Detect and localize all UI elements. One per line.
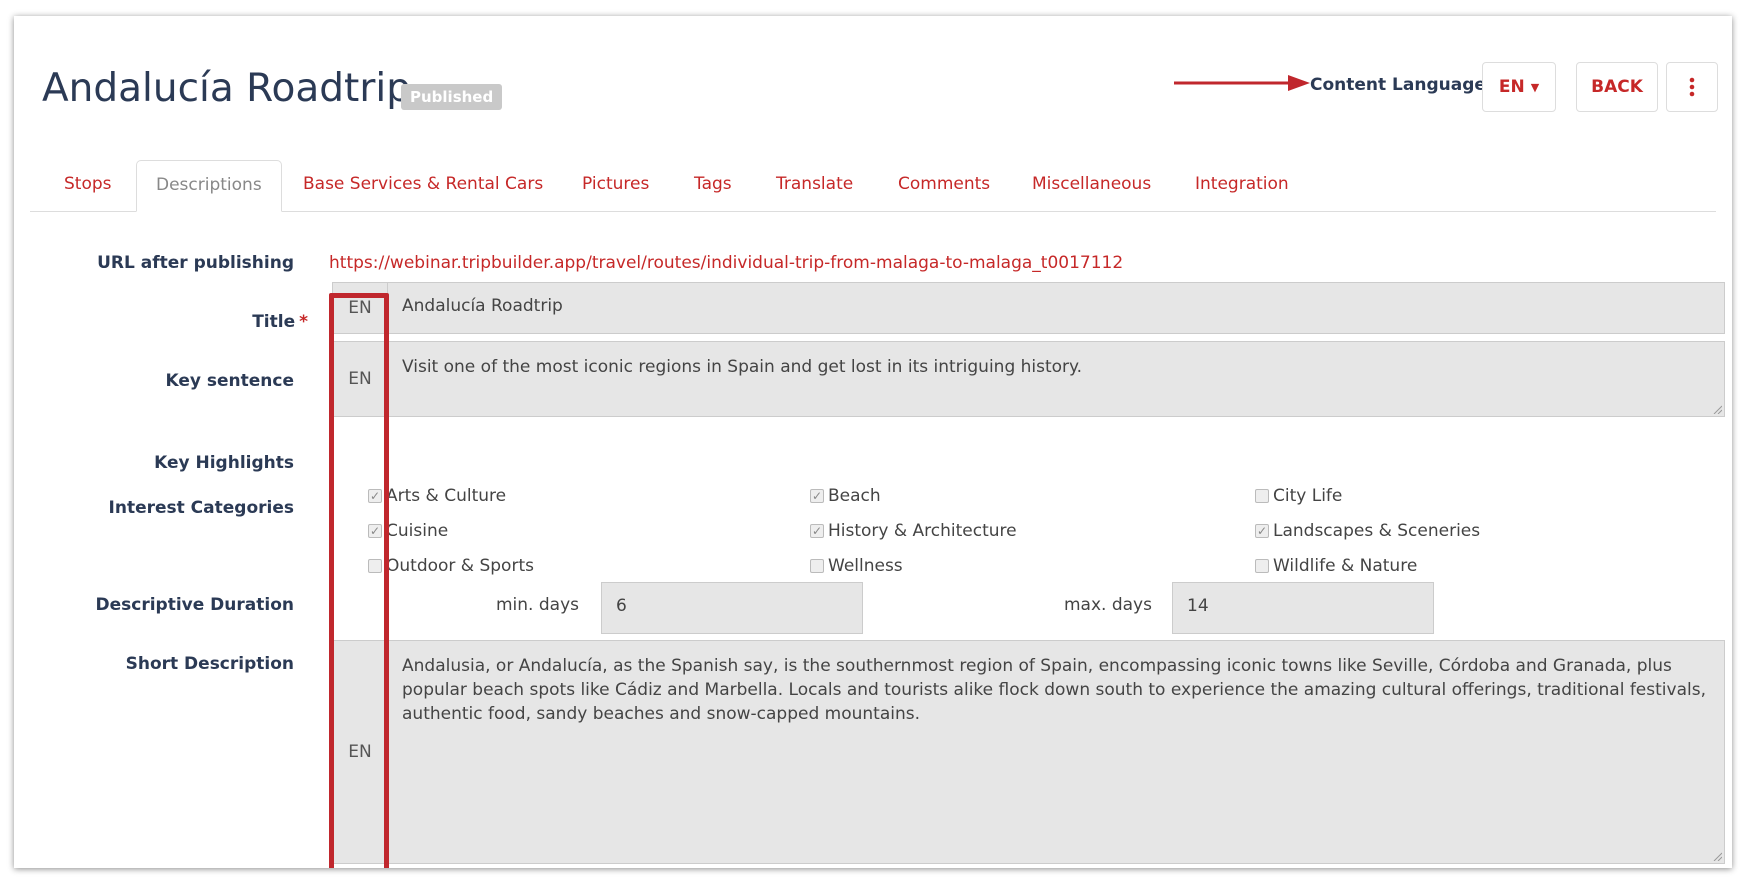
editor-card: Andalucía Roadtrip Published Content Lan… <box>14 16 1732 868</box>
tab-translate[interactable]: Translate <box>776 160 853 211</box>
checkbox-label: Beach <box>828 486 881 506</box>
short-description-textarea[interactable]: Andalusia, or Andalucía, as the Spanish … <box>387 640 1725 864</box>
checkbox-box[interactable] <box>1255 489 1269 503</box>
key-sentence-label: Key sentence <box>165 371 294 391</box>
tab-miscellaneous[interactable]: Miscellaneous <box>1032 160 1151 211</box>
checkbox-box[interactable] <box>1255 559 1269 573</box>
annotation-arrow <box>1174 75 1310 91</box>
title-label: Title * <box>14 312 308 332</box>
checkbox-history-architecture[interactable]: ✓ History & Architecture <box>810 521 1017 541</box>
checkbox-label: Wildlife & Nature <box>1273 556 1418 576</box>
checkbox-box[interactable] <box>810 559 824 573</box>
tab-comments[interactable]: Comments <box>898 160 990 211</box>
key-sentence-textarea[interactable]: Visit one of the most iconic regions in … <box>387 341 1725 417</box>
checkbox-label: Cuisine <box>386 521 449 541</box>
content-language-label: Content Language <box>1310 75 1486 95</box>
back-button[interactable]: BACK <box>1576 62 1658 112</box>
tab-stops[interactable]: Stops <box>64 160 112 211</box>
checkbox-outdoor-sports[interactable]: Outdoor & Sports <box>368 556 534 576</box>
min-days-label: min. days <box>496 595 579 615</box>
checkbox-landscapes-sceneries[interactable]: ✓ Landscapes & Sceneries <box>1255 521 1480 541</box>
url-label: URL after publishing <box>97 253 294 273</box>
caret-down-icon: ▼ <box>1530 80 1540 94</box>
page-title: Andalucía Roadtrip <box>42 66 411 111</box>
tab-integration[interactable]: Integration <box>1195 160 1289 211</box>
checkbox-label: History & Architecture <box>828 521 1017 541</box>
short-description-text: Andalusia, or Andalucía, as the Spanish … <box>402 656 1706 724</box>
checkbox-arts-culture[interactable]: ✓ Arts & Culture <box>368 486 506 506</box>
more-vertical-icon <box>1689 77 1695 97</box>
tab-pictures[interactable]: Pictures <box>582 160 649 211</box>
checkbox-label: Wellness <box>828 556 903 576</box>
tab-tags[interactable]: Tags <box>694 160 732 211</box>
status-badge: Published <box>401 84 503 110</box>
content-language-dropdown[interactable]: EN ▼ <box>1482 62 1556 112</box>
checkbox-box[interactable]: ✓ <box>810 489 824 503</box>
max-days-input[interactable]: 14 <box>1172 582 1434 634</box>
key-highlights-label: Key Highlights <box>154 453 294 473</box>
resize-grip-icon[interactable] <box>1712 851 1722 861</box>
url-link[interactable]: https://webinar.tripbuilder.app/travel/r… <box>329 253 1123 273</box>
checkbox-box[interactable] <box>368 559 382 573</box>
tab-base-services[interactable]: Base Services & Rental Cars <box>303 160 543 211</box>
duration-label: Descriptive Duration <box>95 595 294 615</box>
interest-categories-label: Interest Categories <box>108 498 294 518</box>
content-language-value: EN <box>1498 77 1525 97</box>
key-sentence-text: Visit one of the most iconic regions in … <box>402 357 1083 377</box>
title-input[interactable]: Andalucía Roadtrip <box>387 282 1725 334</box>
resize-grip-icon[interactable] <box>1712 404 1722 414</box>
checkbox-beach[interactable]: ✓ Beach <box>810 486 881 506</box>
checkbox-wellness[interactable]: Wellness <box>810 556 903 576</box>
checkbox-label: City Life <box>1273 486 1343 506</box>
checkbox-box[interactable]: ✓ <box>810 524 824 538</box>
more-options-button[interactable] <box>1666 62 1718 112</box>
title-lang-addon: EN <box>332 282 388 334</box>
checkbox-label: Arts & Culture <box>386 486 507 506</box>
min-days-input[interactable]: 6 <box>601 582 863 634</box>
title-label-text: Title <box>252 312 296 332</box>
checkbox-box[interactable]: ✓ <box>368 524 382 538</box>
checkbox-wildlife-nature[interactable]: Wildlife & Nature <box>1255 556 1417 576</box>
key-sentence-lang-addon: EN <box>332 341 388 417</box>
tab-bar: Stops Descriptions Base Services & Renta… <box>30 143 1716 212</box>
short-description-label: Short Description <box>125 654 294 674</box>
checkbox-box[interactable]: ✓ <box>1255 524 1269 538</box>
checkbox-label: Outdoor & Sports <box>386 556 534 576</box>
checkbox-box[interactable]: ✓ <box>368 489 382 503</box>
short-description-lang-addon: EN <box>332 640 388 864</box>
checkbox-city-life[interactable]: City Life <box>1255 486 1342 506</box>
checkbox-label: Landscapes & Sceneries <box>1273 521 1481 541</box>
required-mark: * <box>299 312 308 332</box>
max-days-label: max. days <box>1064 595 1152 615</box>
tab-descriptions[interactable]: Descriptions <box>136 160 282 212</box>
checkbox-cuisine[interactable]: ✓ Cuisine <box>368 521 448 541</box>
